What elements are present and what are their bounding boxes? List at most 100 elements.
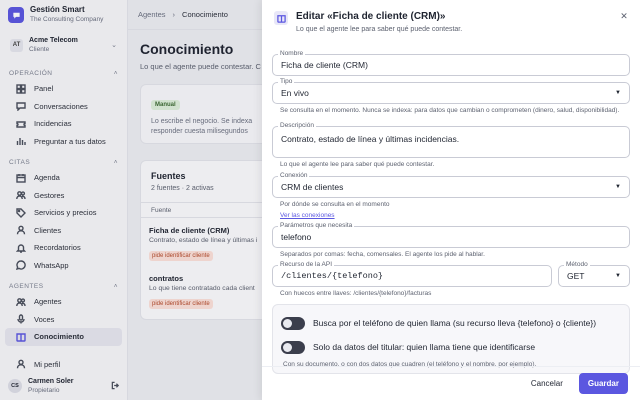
sidebar-item-agentes[interactable]: Agentes xyxy=(5,293,122,311)
user-menu[interactable]: CS Carmen Soler Propietario xyxy=(0,372,128,400)
ticket-icon xyxy=(15,118,27,130)
breadcrumb-parent[interactable]: Agentes xyxy=(138,10,166,19)
recurso-value: /clientes/{telefono} xyxy=(281,271,384,281)
org-name: Acme Telecom xyxy=(29,37,78,44)
sidebar-item-label: Agenda xyxy=(34,173,60,183)
parametros-help: Separados por comas: fecha, comensales. … xyxy=(280,251,485,258)
descripcion-textarea[interactable]: Contrato, estado de línea y últimas inci… xyxy=(272,126,630,158)
people-icon xyxy=(15,189,27,201)
sidebar-item-label: Panel xyxy=(34,84,54,94)
descripcion-help: Lo que el agente lee para saber qué pued… xyxy=(280,161,435,168)
recurso-help: Con huecos entre llaves: /clientes/{tele… xyxy=(280,290,432,297)
sidebar-item-servicios[interactable]: Servicios y precios xyxy=(5,204,122,222)
book-icon xyxy=(15,331,27,343)
nombre-field-group: Nombre Ficha de cliente (CRM) xyxy=(272,50,630,76)
cancel-button[interactable]: Cancelar xyxy=(521,373,573,394)
dashboard-icon xyxy=(15,83,27,95)
sidebar-item-incidencias[interactable]: Incidencias xyxy=(5,115,122,133)
toggle-label: Busca por el teléfono de quien llama (su… xyxy=(313,318,597,328)
source-tag: pide identificar cliente xyxy=(149,299,213,309)
brand-name: Gestión Smart xyxy=(30,5,85,14)
sidebar-item-label: Clientes xyxy=(34,225,62,235)
titular-toggle[interactable] xyxy=(281,340,305,354)
sidebar-item-whatsapp[interactable]: WhatsApp xyxy=(5,257,122,275)
sidebar-item-label: Recordatorios xyxy=(34,243,81,253)
edit-source-drawer: Editar «Ficha de cliente (CRM)» Lo que e… xyxy=(262,0,640,400)
metodo-label: Método xyxy=(564,261,590,269)
save-button[interactable]: Guardar xyxy=(578,373,628,394)
conexion-select[interactable]: CRM de clientes ▼ xyxy=(272,176,630,198)
drawer-footer: Cancelar Guardar xyxy=(262,366,640,400)
section-title: AGENTES xyxy=(9,282,44,290)
profile-icon xyxy=(15,358,27,370)
caret-down-icon: ▼ xyxy=(615,90,621,96)
avatar: CS xyxy=(8,379,22,393)
descripcion-value: Contrato, estado de línea y últimas inci… xyxy=(281,134,460,144)
close-icon[interactable]: ✕ xyxy=(618,11,630,22)
sidebar-item-panel[interactable]: Panel xyxy=(5,80,122,98)
chevron-up-icon: ˄ xyxy=(113,158,118,166)
parametros-value: telefono xyxy=(281,232,312,242)
sidebar-item-label: Preguntar a tus datos xyxy=(34,136,106,146)
tipo-select[interactable]: En vivo ▼ xyxy=(272,82,630,104)
mic-icon xyxy=(15,313,27,325)
parametros-field-group: Parámetros que necesita telefono Separad… xyxy=(272,222,630,259)
sidebar-item-voces[interactable]: Voces xyxy=(5,311,122,329)
tipo-field-group: Tipo En vivo ▼ Se consulta en el momento.… xyxy=(272,78,630,115)
recurso-label: Recurso de la API xyxy=(278,261,335,269)
section-title: CITAS xyxy=(9,158,31,166)
parametros-label: Parámetros que necesita xyxy=(278,222,355,230)
chevron-updown-icon: ⌄ xyxy=(111,42,117,49)
agent-icon xyxy=(15,296,27,308)
org-role: Cliente xyxy=(29,46,50,53)
brand[interactable]: Gestión Smart The Consulting Company xyxy=(0,0,127,30)
toggle-row-titular[interactable]: Solo da datos del titular: quien llama t… xyxy=(281,336,621,358)
sidebar: Gestión Smart The Consulting Company AT … xyxy=(0,0,128,400)
sidebar-item-label: Servicios y precios xyxy=(34,208,97,218)
breadcrumb-separator: › xyxy=(172,10,176,19)
section-title: OPERACIÓN xyxy=(9,69,53,77)
source-tag: pide identificar cliente xyxy=(149,251,213,261)
org-badge: AT xyxy=(10,38,23,52)
manual-tag: Manual xyxy=(151,100,180,110)
ver-conexiones-link[interactable]: Ver las conexiones xyxy=(272,212,630,219)
org-switcher[interactable]: AT Acme Telecom Cliente ⌄ xyxy=(6,34,121,56)
metodo-field-group: Método GET ▼ xyxy=(558,261,630,287)
sidebar-item-label: WhatsApp xyxy=(34,260,69,270)
sidebar-item-conocimiento[interactable]: Conocimiento xyxy=(5,328,122,346)
section-agentes-header[interactable]: AGENTES ˄ xyxy=(0,279,127,293)
section-operacion-header[interactable]: OPERACIÓN ˄ xyxy=(0,66,127,80)
user-icon xyxy=(15,224,27,236)
sidebar-item-label: Voces xyxy=(34,314,55,324)
sidebar-item-clientes[interactable]: Clientes xyxy=(5,222,122,240)
tipo-label: Tipo xyxy=(278,78,295,86)
sidebar-item-mi-perfil[interactable]: Mi perfil xyxy=(5,356,122,374)
conexion-label: Conexión xyxy=(278,172,310,180)
conexion-value: CRM de clientes xyxy=(281,182,344,192)
tag-icon xyxy=(15,207,27,219)
sidebar-item-conversaciones[interactable]: Conversaciones xyxy=(5,98,122,116)
descripcion-label: Descripción xyxy=(278,122,316,130)
sidebar-item-recordatorios[interactable]: Recordatorios xyxy=(5,239,122,257)
calendar-icon xyxy=(15,172,27,184)
drawer-title: Editar «Ficha de cliente (CRM)» xyxy=(296,11,446,22)
toggle-label: Solo da datos del titular: quien llama t… xyxy=(313,342,536,352)
sidebar-item-gestores[interactable]: Gestores xyxy=(5,187,122,205)
sidebar-item-label: Incidencias xyxy=(34,119,72,129)
chevron-up-icon: ˄ xyxy=(113,282,118,290)
sidebar-item-preguntar[interactable]: Preguntar a tus datos xyxy=(5,133,122,151)
identification-options: Busca por el teléfono de quien llama (su… xyxy=(272,304,630,374)
caret-down-icon: ▼ xyxy=(615,184,621,190)
telefono-toggle[interactable] xyxy=(281,316,305,330)
nombre-input[interactable]: Ficha de cliente (CRM) xyxy=(272,54,630,76)
sidebar-item-label: Conocimiento xyxy=(34,332,84,342)
sidebar-item-agenda[interactable]: Agenda xyxy=(5,169,122,187)
toggle-row-telefono[interactable]: Busca por el teléfono de quien llama (su… xyxy=(281,312,621,334)
breadcrumb-current: Conocimiento xyxy=(182,10,228,19)
sidebar-item-label: Conversaciones xyxy=(34,101,88,111)
chart-icon xyxy=(15,135,27,147)
conexion-field-group: Conexión CRM de clientes ▼ Por dónde se c… xyxy=(272,172,630,219)
drawer-header: Editar «Ficha de cliente (CRM)» Lo que e… xyxy=(262,0,640,40)
logout-icon[interactable] xyxy=(111,377,120,395)
section-citas-header[interactable]: CITAS ˄ xyxy=(0,155,127,169)
